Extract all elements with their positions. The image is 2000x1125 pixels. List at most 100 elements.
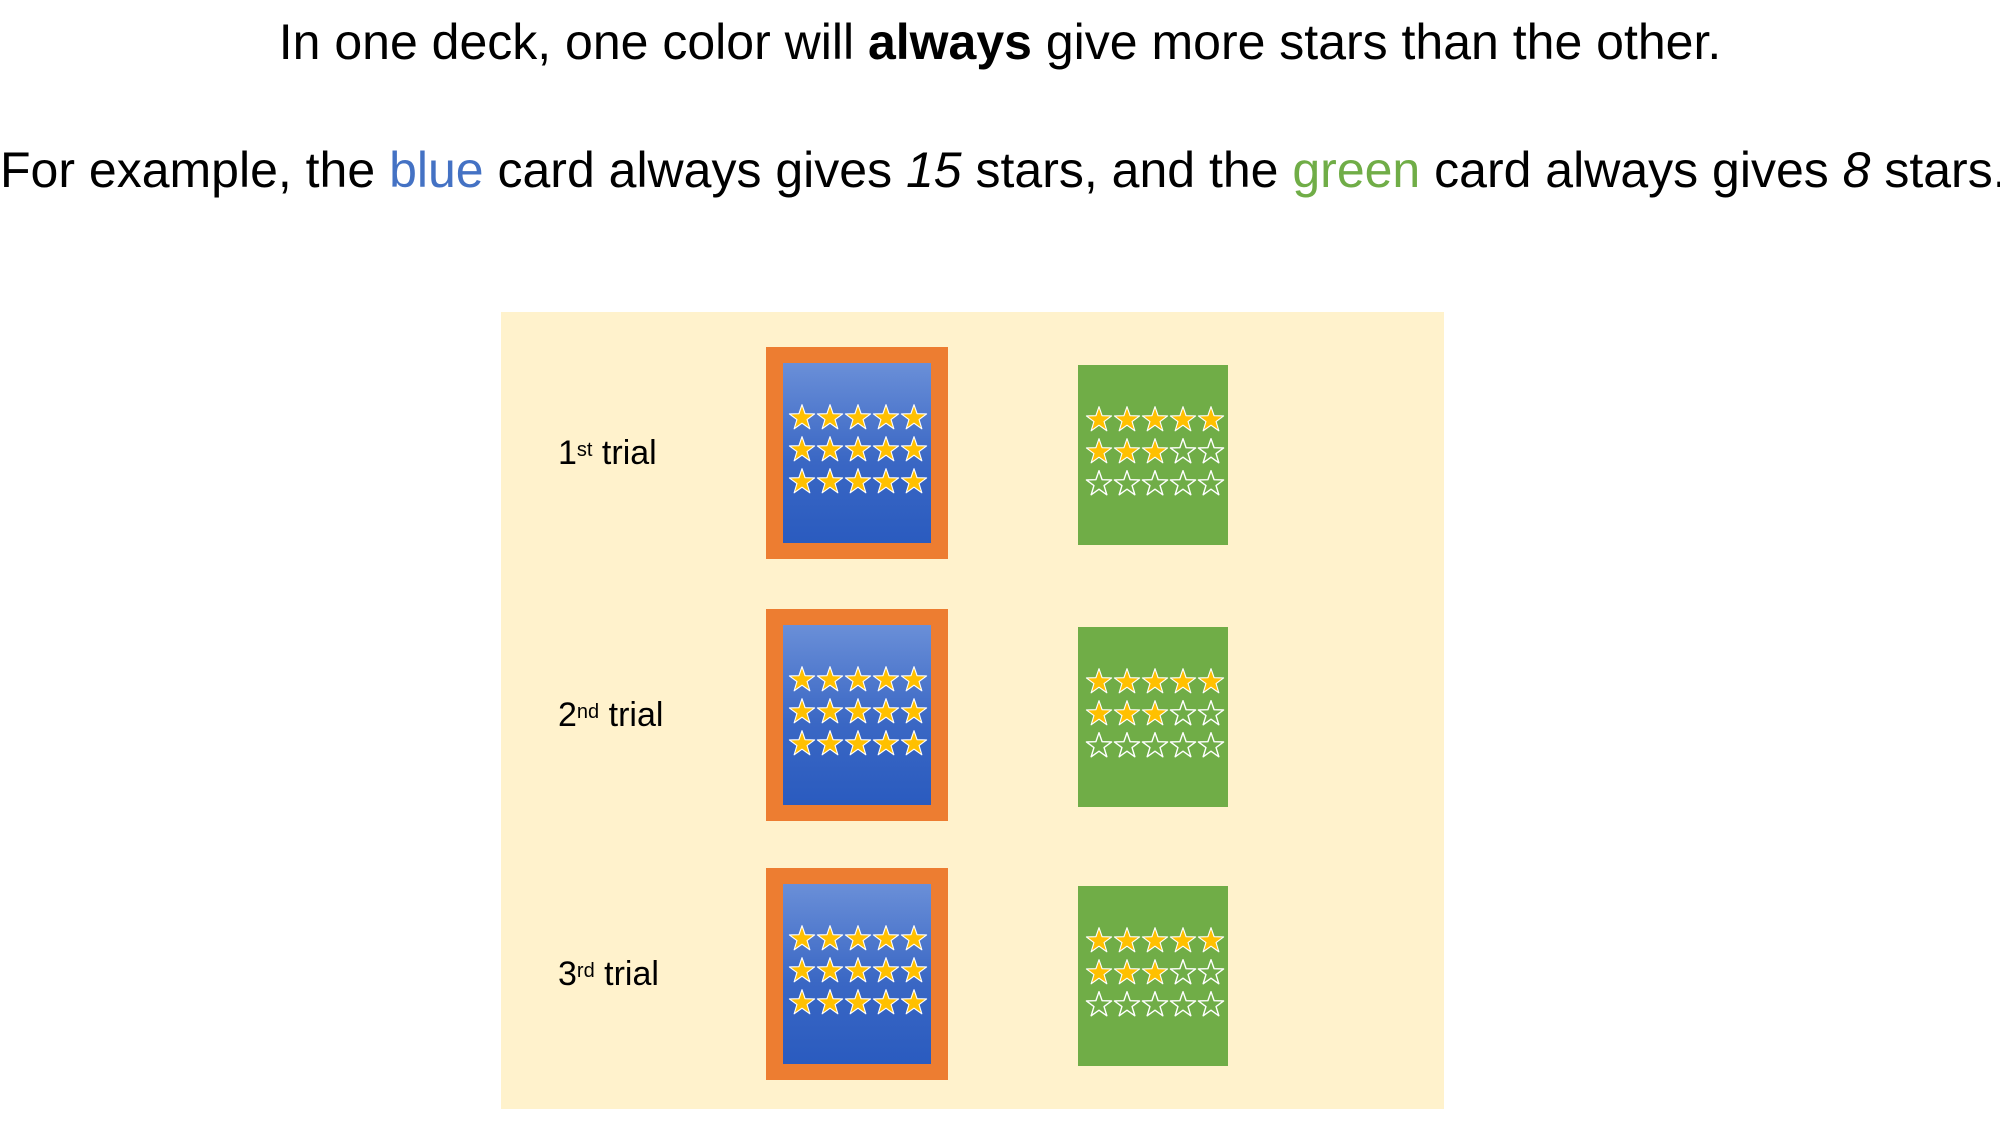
empty-star-icon: [1197, 469, 1225, 501]
empty-star-icon: [1141, 731, 1169, 763]
example-part-4: card always gives: [1420, 142, 1843, 198]
empty-star-icon: [1169, 437, 1197, 469]
filled-star-icon: [816, 988, 844, 1020]
filled-star-icon: [900, 697, 928, 729]
filled-star-icon: [872, 403, 900, 435]
empty-star-icon: [1169, 699, 1197, 731]
filled-star-icon: [816, 697, 844, 729]
headline-emphasis: always: [867, 14, 1032, 70]
blue-star-grid: [788, 924, 928, 1020]
filled-star-icon: [1085, 437, 1113, 469]
filled-star-icon: [844, 403, 872, 435]
green-card[interactable]: [1078, 365, 1228, 545]
filled-star-icon: [788, 924, 816, 956]
headline-text-after: give more stars than the other.: [1031, 14, 1722, 70]
filled-star-icon: [1113, 926, 1141, 958]
filled-star-icon: [1113, 958, 1141, 990]
filled-star-icon: [816, 435, 844, 467]
empty-star-icon: [1197, 731, 1225, 763]
empty-star-icon: [1169, 469, 1197, 501]
green-star-count: 8: [1842, 142, 1871, 198]
empty-star-icon: [1169, 731, 1197, 763]
filled-star-icon: [788, 435, 816, 467]
filled-star-icon: [788, 988, 816, 1020]
empty-star-icon: [1197, 437, 1225, 469]
example-sentence: For example, the blue card always gives …: [0, 140, 2000, 200]
filled-star-icon: [872, 665, 900, 697]
filled-star-icon: [1085, 699, 1113, 731]
filled-star-icon: [1113, 437, 1141, 469]
filled-star-icon: [788, 403, 816, 435]
trial-ordinal-suffix: st: [576, 439, 593, 461]
filled-star-icon: [872, 988, 900, 1020]
blue-card[interactable]: [783, 625, 931, 805]
headline: In one deck, one color will always give …: [0, 12, 2000, 72]
filled-star-icon: [844, 435, 872, 467]
filled-star-icon: [900, 403, 928, 435]
filled-star-icon: [1197, 926, 1225, 958]
filled-star-icon: [1085, 667, 1113, 699]
filled-star-icon: [788, 697, 816, 729]
green-card[interactable]: [1078, 886, 1228, 1066]
empty-star-icon: [1085, 990, 1113, 1022]
empty-star-icon: [1141, 469, 1169, 501]
green-word: green: [1292, 142, 1421, 198]
trial-row: 3rd trial: [501, 868, 1444, 1080]
filled-star-icon: [900, 435, 928, 467]
trial-word: trial: [599, 696, 664, 734]
green-star-grid: [1085, 405, 1225, 501]
filled-star-icon: [816, 403, 844, 435]
filled-star-icon: [900, 988, 928, 1020]
filled-star-icon: [872, 435, 900, 467]
empty-star-icon: [1169, 958, 1197, 990]
empty-star-icon: [1197, 958, 1225, 990]
blue-card[interactable]: [783, 363, 931, 543]
filled-star-icon: [1169, 667, 1197, 699]
trial-label: 2nd trial: [558, 693, 663, 737]
blue-star-grid: [788, 665, 928, 761]
trial-word: trial: [594, 955, 659, 993]
filled-star-icon: [900, 924, 928, 956]
filled-star-icon: [816, 729, 844, 761]
empty-star-icon: [1113, 731, 1141, 763]
example-part-2: card always gives: [483, 142, 906, 198]
green-card[interactable]: [1078, 627, 1228, 807]
empty-star-icon: [1085, 731, 1113, 763]
trial-row: 2nd trial: [501, 609, 1444, 821]
filled-star-icon: [844, 956, 872, 988]
example-part-1: For example, the: [0, 142, 390, 198]
filled-star-icon: [1141, 926, 1169, 958]
filled-star-icon: [844, 988, 872, 1020]
filled-star-icon: [1169, 926, 1197, 958]
filled-star-icon: [1113, 699, 1141, 731]
filled-star-icon: [1169, 405, 1197, 437]
filled-star-icon: [1085, 405, 1113, 437]
filled-star-icon: [900, 665, 928, 697]
filled-star-icon: [788, 467, 816, 499]
selected-card-highlight: [766, 347, 948, 559]
trial-label: 3rd trial: [558, 952, 659, 996]
empty-star-icon: [1085, 469, 1113, 501]
filled-star-icon: [1197, 405, 1225, 437]
empty-star-icon: [1169, 990, 1197, 1022]
trial-row: 1st trial: [501, 347, 1444, 559]
trials-panel: 1st trial 2nd trial 3rd trial: [501, 312, 1444, 1109]
trial-number: 2: [558, 696, 577, 734]
filled-star-icon: [1141, 405, 1169, 437]
blue-card[interactable]: [783, 884, 931, 1064]
empty-star-icon: [1113, 469, 1141, 501]
filled-star-icon: [872, 924, 900, 956]
filled-star-icon: [872, 467, 900, 499]
filled-star-icon: [816, 956, 844, 988]
green-star-grid: [1085, 667, 1225, 763]
blue-word: blue: [389, 142, 484, 198]
filled-star-icon: [1141, 667, 1169, 699]
trial-label: 1st trial: [558, 431, 657, 475]
trial-number: 3: [558, 955, 577, 993]
filled-star-icon: [1085, 926, 1113, 958]
filled-star-icon: [1141, 437, 1169, 469]
filled-star-icon: [1141, 699, 1169, 731]
empty-star-icon: [1197, 990, 1225, 1022]
filled-star-icon: [872, 729, 900, 761]
filled-star-icon: [844, 729, 872, 761]
